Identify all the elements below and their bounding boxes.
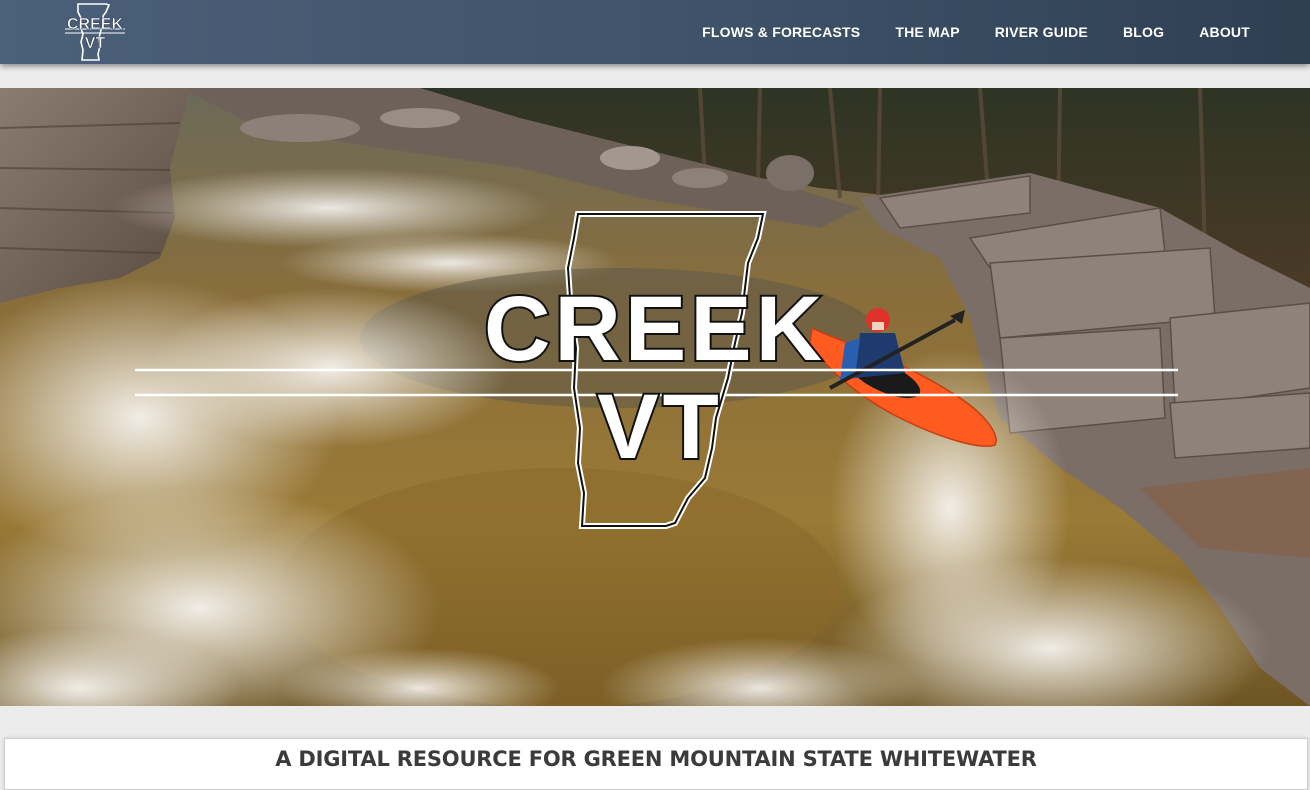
main-nav: FLOWS & FORECASTS THE MAP RIVER GUIDE BL… (667, 0, 1250, 64)
hero-logo-text-creek: CREEK (484, 278, 826, 380)
tagline-panel: A DIGITAL RESOURCE FOR GREEN MOUNTAIN ST… (4, 738, 1308, 790)
hero-banner: CREEK VT (0, 88, 1310, 706)
top-navbar: CREEK VT FLOWS & FORECASTS THE MAP RIVER… (0, 0, 1310, 64)
site-tagline: A DIGITAL RESOURCE FOR GREEN MOUNTAIN ST… (275, 747, 1037, 771)
nav-about[interactable]: ABOUT (1199, 24, 1250, 40)
hero-logo-text-vt: VT (597, 376, 723, 478)
nav-the-map[interactable]: THE MAP (895, 24, 959, 40)
nav-flows-forecasts[interactable]: FLOWS & FORECASTS (702, 24, 860, 40)
hero-creekvt-logo: CREEK VT (135, 211, 1178, 529)
logo-text-vt: VT (85, 35, 106, 52)
logo-text-creek: CREEK (67, 16, 123, 33)
nav-river-guide[interactable]: RIVER GUIDE (995, 24, 1088, 40)
creekvt-logo-icon[interactable]: CREEK VT (62, 2, 128, 62)
nav-blog[interactable]: BLOG (1123, 24, 1164, 40)
